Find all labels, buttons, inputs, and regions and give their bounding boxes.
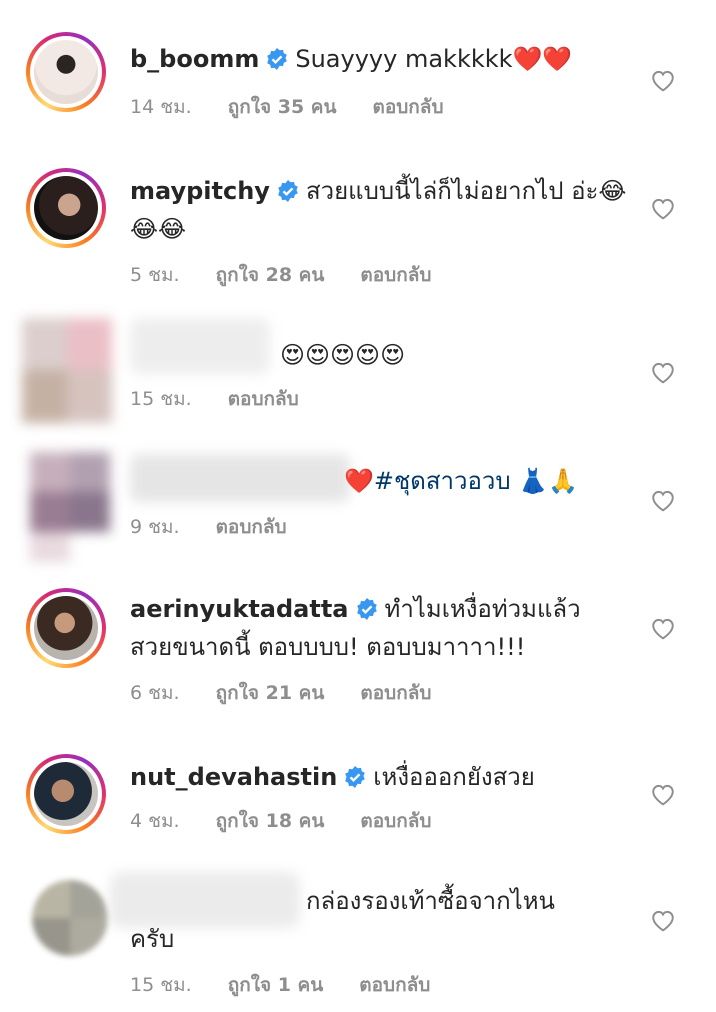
blurred-avatar	[22, 318, 112, 423]
comment-time: 9 ชม.	[130, 516, 180, 538]
comment-text-line: กล่องรองเท้าซื้อจากไหน ครับ	[130, 882, 600, 958]
username[interactable]: b_boomm	[130, 45, 259, 73]
heart-outline-icon[interactable]	[650, 196, 676, 220]
username[interactable]: maypitchy	[130, 177, 270, 205]
comment-meta: 15 ชม. ตอบกลับ	[130, 384, 335, 414]
avatar[interactable]	[26, 588, 106, 668]
comment-text-line: aerinyuktadatta ทำไมเหงื่อท่วมแล้ว สวยขนา…	[130, 590, 610, 666]
blurred-username	[130, 454, 350, 502]
reply-button[interactable]: ตอบกลับ	[359, 974, 430, 996]
likes-count[interactable]: ถูกใจ 21 คน	[216, 682, 325, 704]
avatar[interactable]	[26, 32, 106, 112]
comment-meta: 5 ชม. ถูกใจ 28 คน ตอบกลับ	[130, 260, 467, 290]
comment-body: Suayyyy makkkkk❤️❤️	[295, 45, 573, 73]
comment-time: 15 ชม.	[130, 388, 192, 410]
comment-text-line: 😍😍😍😍😍	[280, 336, 580, 374]
comment-meta: 4 ชม. ถูกใจ 18 คน ตอบกลับ	[130, 806, 467, 836]
comment-body: ❤️	[344, 467, 374, 495]
blurred-username	[130, 318, 270, 374]
heart-outline-icon[interactable]	[650, 488, 676, 512]
verified-badge-icon	[278, 180, 298, 202]
reply-button[interactable]: ตอบกลับ	[216, 516, 287, 538]
reply-button[interactable]: ตอบกลับ	[360, 682, 431, 704]
comment-time: 5 ชม.	[130, 264, 180, 286]
verified-badge-icon	[267, 48, 288, 70]
comment-time: 4 ชม.	[130, 810, 180, 832]
comment-body: กล่องรองเท้าซื้อจากไหน ครับ	[130, 887, 555, 953]
heart-outline-icon[interactable]	[650, 908, 676, 932]
heart-outline-icon[interactable]	[650, 360, 676, 384]
comment-time: 6 ชม.	[130, 682, 180, 704]
comment-meta: 6 ชม. ถูกใจ 21 คน ตอบกลับ	[130, 678, 467, 708]
comment-text-line: ❤️#ชุดสาวอวบ 👗🙏	[344, 462, 644, 500]
comment-meta: 15 ชม. ถูกใจ 1 คน ตอบกลับ	[130, 970, 466, 1000]
likes-count[interactable]: ถูกใจ 35 คน	[228, 96, 337, 118]
username[interactable]: aerinyuktadatta	[130, 595, 349, 623]
likes-count[interactable]: ถูกใจ 18 คน	[216, 810, 325, 832]
reply-button[interactable]: ตอบกลับ	[228, 388, 299, 410]
blurred-avatar	[30, 452, 110, 562]
comment-body: 😍😍😍😍😍	[280, 341, 406, 369]
comment-meta: 14 ชม. ถูกใจ 35 คน ตอบกลับ	[130, 92, 480, 122]
comment-emoji: 👗🙏	[518, 467, 579, 495]
hashtag-link[interactable]: #ชุดสาวอวบ	[374, 467, 511, 495]
reply-button[interactable]: ตอบกลับ	[360, 810, 431, 832]
reply-button[interactable]: ตอบกลับ	[372, 96, 443, 118]
comment-time: 14 ชม.	[130, 96, 192, 118]
comment-body: เหงื่อออกยังสวย	[373, 763, 535, 791]
verified-badge-icon	[345, 766, 366, 788]
heart-outline-icon[interactable]	[650, 616, 676, 640]
heart-outline-icon[interactable]	[650, 782, 676, 806]
comment-text-line: maypitchy สวยแบบนี้ไล่ก็ไม่อยากไป อ่ะ😂😂😂	[130, 172, 630, 248]
avatar[interactable]	[26, 754, 106, 834]
comment-meta: 9 ชม. ตอบกลับ	[130, 512, 323, 542]
comment-text-line: nut_devahastin เหงื่อออกยังสวย	[130, 758, 600, 796]
avatar[interactable]	[26, 168, 106, 248]
likes-count[interactable]: ถูกใจ 1 คน	[228, 974, 324, 996]
blurred-avatar	[32, 880, 108, 956]
reply-button[interactable]: ตอบกลับ	[360, 264, 431, 286]
comment-time: 15 ชม.	[130, 974, 192, 996]
verified-badge-icon	[356, 598, 377, 620]
comment-text-line: b_boomm Suayyyy makkkkk❤️❤️	[130, 40, 600, 78]
likes-count[interactable]: ถูกใจ 28 คน	[216, 264, 325, 286]
username[interactable]: nut_devahastin	[130, 763, 337, 791]
heart-outline-icon[interactable]	[650, 68, 676, 92]
